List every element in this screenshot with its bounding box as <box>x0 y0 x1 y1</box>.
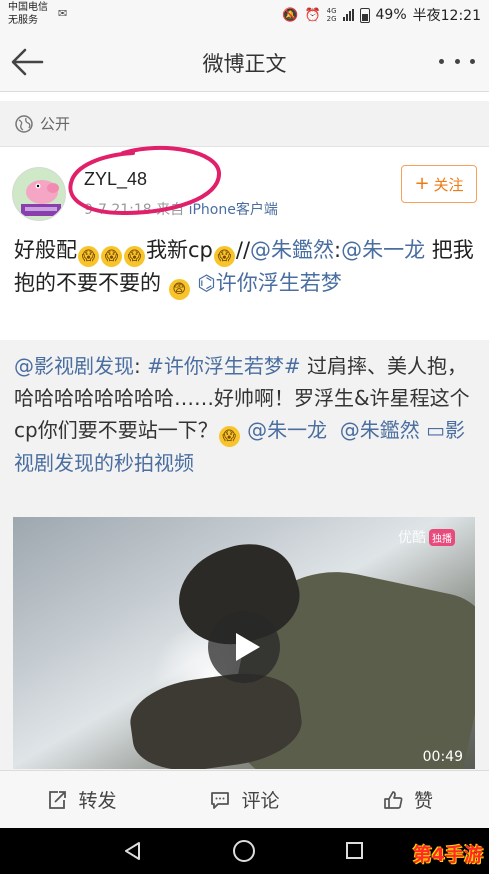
video-duration: 00:49 <box>422 749 463 765</box>
author-name[interactable]: ZYL_48 <box>84 169 147 190</box>
post-body: 好般配 😱 😱 😱 我新cp 😱//@朱鑑然:@朱一龙 把我抱的不要不要的 😨 ⌬许你浮生… <box>14 234 478 300</box>
reposted-weibo[interactable]: @影视剧发现: #许你浮生若梦# 过肩摔、美人抱，哈哈哈哈哈哈哈哈……好帅啊！罗… <box>0 340 489 770</box>
like-label: 赞 <box>413 790 433 812</box>
clock: 半夜12:21 <box>412 8 481 24</box>
avatar[interactable] <box>12 167 66 221</box>
page-title: 微博正文 <box>202 52 287 76</box>
dot-icon <box>454 58 460 64</box>
post-meta: 9-7 21:18 来自 iPhone客户端 <box>84 199 278 219</box>
shocked-emoji-icon: 😱 <box>101 246 122 267</box>
status-icons: 🔕 ⏰ 4G 2G 49% 半夜12:21 <box>282 5 481 25</box>
system-nav-bar: 第4手游 <box>0 828 489 874</box>
more-options-button[interactable] <box>439 56 475 66</box>
battery-percent: 49% <box>375 7 407 23</box>
mention-link[interactable]: @影视剧发现 <box>14 354 134 378</box>
signal-icon <box>342 9 354 21</box>
peppa-avatar-icon <box>13 168 65 220</box>
notification-icon: ✉ <box>58 7 68 20</box>
shocked-emoji-icon: 😱 <box>124 246 145 267</box>
globe-icon <box>15 114 33 133</box>
system-recents-icon[interactable] <box>346 842 363 859</box>
mention-link[interactable]: @朱一龙 <box>341 238 425 262</box>
nav-bar: 微博正文 <box>0 30 489 92</box>
repost-colon: : <box>134 354 148 378</box>
post-source[interactable]: iPhone客户端 <box>189 202 278 218</box>
carrier-service: 无服务 <box>8 15 38 26</box>
thumbs-up-icon <box>384 790 403 809</box>
like-button[interactable]: 赞 <box>326 771 489 828</box>
scared-emoji-icon: 😱 <box>218 426 240 447</box>
comment-label: 评论 <box>241 790 280 812</box>
video-player[interactable]: 优酷 独播 00:49 <box>13 517 475 769</box>
repost-label: 转发 <box>78 790 117 812</box>
post-text-2: 我新cp <box>146 238 213 262</box>
follow-button[interactable]: + 关注 <box>401 165 477 203</box>
network-type-top: 4G <box>326 7 337 15</box>
mute-icon: 🔕 <box>282 7 299 23</box>
status-bar: 中国电信 无服务 ✉ 🔕 ⏰ 4G 2G 49% 半夜12:21 <box>0 0 489 30</box>
carrier-info: 中国电信 无服务 <box>8 1 48 27</box>
repost-body: @影视剧发现: #许你浮生若梦# 过肩摔、美人抱，哈哈哈哈哈哈哈哈……好帅啊！罗… <box>14 350 478 479</box>
topic-link[interactable]: ⌬许你浮生若梦 <box>197 271 341 295</box>
post-text-1: 好般配 <box>14 238 77 262</box>
topic-link-icon: ⌬ <box>197 271 216 295</box>
mention-link[interactable]: @朱鑑然 <box>340 418 420 442</box>
site-watermark: 第4手游 <box>412 844 483 866</box>
scared-emoji-icon: 😨 <box>168 279 190 300</box>
play-button[interactable] <box>208 611 280 683</box>
visibility-label: 公开 <box>40 115 71 133</box>
shocked-emoji-icon: 😱 <box>213 246 235 267</box>
action-bar: 转发 评论 赞 <box>0 770 489 828</box>
post-time: 9-7 21:18 <box>84 202 152 218</box>
battery-icon <box>359 7 370 23</box>
youku-logo: 优酷 <box>398 530 426 546</box>
hashtag-link[interactable]: #许你浮生若梦# <box>147 354 301 378</box>
carrier-name: 中国电信 <box>8 2 48 13</box>
shocked-emoji-icon: 😱 <box>78 246 99 267</box>
alarm-icon: ⏰ <box>304 7 321 23</box>
network-type-bottom: 2G <box>326 15 337 23</box>
exclusive-badge: 独播 <box>429 528 455 546</box>
follow-label: 关注 <box>433 175 464 194</box>
author-header: ZYL_48 9-7 21:18 来自 iPhone客户端 + 关注 <box>0 149 489 229</box>
dot-icon <box>439 58 444 64</box>
repost-button[interactable]: 转发 <box>0 771 163 828</box>
video-link-icon: ▭ <box>426 418 446 442</box>
plus-icon: + <box>414 173 430 194</box>
topic-link-text: 许你浮生若梦 <box>215 271 342 295</box>
post-from: 来自 <box>156 202 185 218</box>
system-back-icon[interactable] <box>123 841 143 861</box>
system-home-icon[interactable] <box>233 840 255 862</box>
mention-link[interactable]: @朱一龙 <box>247 418 327 442</box>
video-watermark: 优酷 独播 <box>398 527 455 547</box>
comment-icon <box>211 791 230 809</box>
share-icon <box>49 790 67 809</box>
mention-link[interactable]: @朱鑑然 <box>250 238 334 262</box>
dot-icon <box>470 58 475 64</box>
post-text-3: // <box>235 238 251 262</box>
comment-button[interactable]: 评论 <box>163 771 326 828</box>
network-type: 4G 2G <box>327 7 337 23</box>
visibility-row: 公开 <box>0 101 489 147</box>
post-detail: 公开 ZYL_48 9-7 21:18 来自 iPhone客户端 + 关注 好般… <box>0 93 489 770</box>
